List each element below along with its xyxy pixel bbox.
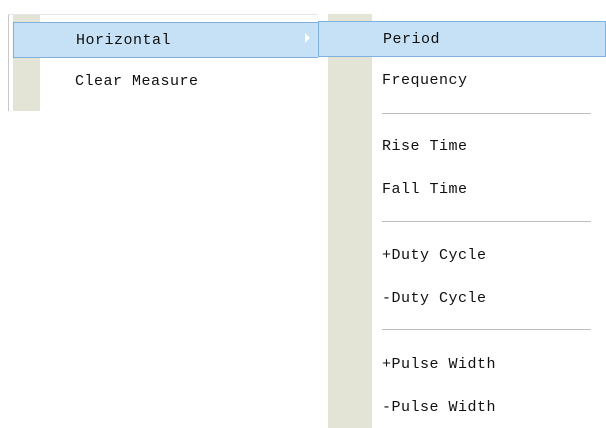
menu-item-clear-measure[interactable]: Clear Measure bbox=[13, 64, 319, 100]
submenu-item-label: +Duty Cycle bbox=[382, 247, 487, 264]
menu-item-label: Horizontal bbox=[76, 32, 172, 49]
menu-separator bbox=[382, 329, 591, 331]
triangle-right-icon bbox=[305, 33, 310, 43]
screen: Horizontal Clear Measure Period Frequenc… bbox=[0, 0, 606, 428]
submenu-item-label: -Pulse Width bbox=[382, 399, 497, 416]
submenu-item-minus-duty-cycle[interactable]: -Duty Cycle bbox=[318, 281, 606, 317]
submenu-item-minus-pulse-width[interactable]: -Pulse Width bbox=[318, 390, 606, 426]
submenu-item-label: Fall Time bbox=[382, 181, 468, 198]
submenu-item-label: Rise Time bbox=[382, 138, 468, 155]
submenu-item-label: Period bbox=[383, 31, 441, 48]
submenu-item-frequency[interactable]: Frequency bbox=[318, 63, 606, 99]
submenu-item-rise-time[interactable]: Rise Time bbox=[318, 129, 606, 165]
submenu-item-label: +Pulse Width bbox=[382, 356, 497, 373]
menu-separator bbox=[382, 113, 591, 115]
submenu-horizontal: Period Frequency Rise Time Fall Time +Du… bbox=[318, 14, 606, 428]
submenu-item-period[interactable]: Period bbox=[318, 21, 606, 57]
submenu-item-label: Frequency bbox=[382, 72, 468, 89]
menu-item-horizontal[interactable]: Horizontal bbox=[13, 22, 319, 58]
submenu-item-plus-pulse-width[interactable]: +Pulse Width bbox=[318, 347, 606, 383]
submenu-item-fall-time[interactable]: Fall Time bbox=[318, 172, 606, 208]
submenu-item-plus-duty-cycle[interactable]: +Duty Cycle bbox=[318, 238, 606, 274]
menu-separator bbox=[382, 221, 591, 223]
menu-item-label: Clear Measure bbox=[75, 73, 199, 90]
submenu-item-label: -Duty Cycle bbox=[382, 290, 487, 307]
context-menu: Horizontal Clear Measure bbox=[8, 14, 327, 123]
